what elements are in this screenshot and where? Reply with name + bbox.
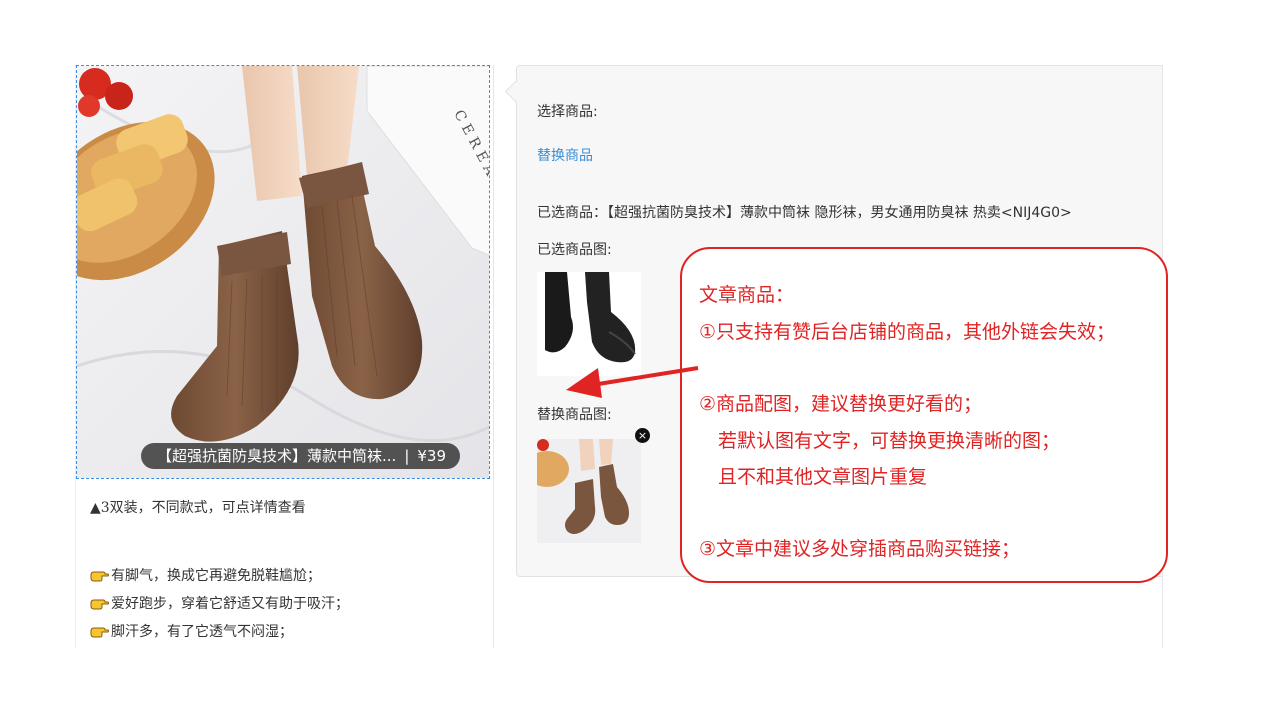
annotation-callout: 文章商品： ①只支持有赞后台店铺的商品，其他外链会失效； ②商品配图，建议替换更… (680, 247, 1168, 583)
pointing-hand-icon (90, 627, 109, 638)
pointing-hand-icon (90, 599, 109, 610)
black-socks-thumbnail (537, 272, 641, 376)
annotation-point-1: ①只支持有赞后台店铺的商品，其他外链会失效； (699, 321, 1116, 343)
pointing-hand-icon (90, 571, 109, 582)
article-preview: CEREAL 【超强抗菌防臭技术】薄款中筒袜... | ¥39 ▲3双装，不同款式，… (75, 65, 494, 648)
annotation-point-2: ②商品配图，建议替换更好看的； (699, 393, 983, 415)
annotation-title: 文章商品： (699, 284, 795, 306)
annotation-point-2a: 若默认图有文字，可替换更换清晰的图； (718, 430, 1061, 452)
annotation-point-3: ③文章中建议多处穿插商品购买链接； (699, 538, 1021, 560)
annotation-point-2b: 且不和其他文章图片重复 (718, 466, 928, 488)
product-card[interactable]: CEREAL 【超强抗菌防臭技术】薄款中筒袜... | ¥39 (76, 65, 490, 479)
article-line: 有脚气，换成它再避免脱鞋尴尬； (90, 565, 321, 585)
replacement-product-image (537, 439, 641, 543)
replace-image-label: 替换商品图: (537, 407, 612, 423)
product-title: 【超强抗菌防臭技术】薄款中筒袜... (157, 447, 397, 465)
article-line: 脚汗多，有了它透气不闷湿； (90, 621, 293, 641)
selected-image-label: 已选商品图: (537, 242, 612, 258)
article-line: 爱好跑步，穿着它舒适又有助于吸汗； (90, 593, 349, 613)
brown-socks-thumbnail (537, 439, 641, 543)
close-icon[interactable]: × (635, 428, 650, 443)
product-photo: CEREAL (77, 66, 489, 478)
product-price: ¥39 (417, 447, 447, 465)
selected-product-text: 已选商品：【超强抗菌防臭技术】薄款中筒袜 隐形袜，男女通用防臭袜 热卖<NIJ4… (537, 205, 1072, 221)
article-line: ▲3双装，不同款式，可点详情查看 (90, 500, 306, 516)
product-title-bar[interactable]: 【超强抗菌防臭技术】薄款中筒袜... | ¥39 (141, 443, 461, 469)
select-product-label: 选择商品: (537, 104, 598, 120)
price-separator: | (404, 447, 410, 465)
selected-product-image (537, 272, 641, 376)
replace-product-link[interactable]: 替换商品 (537, 145, 593, 165)
